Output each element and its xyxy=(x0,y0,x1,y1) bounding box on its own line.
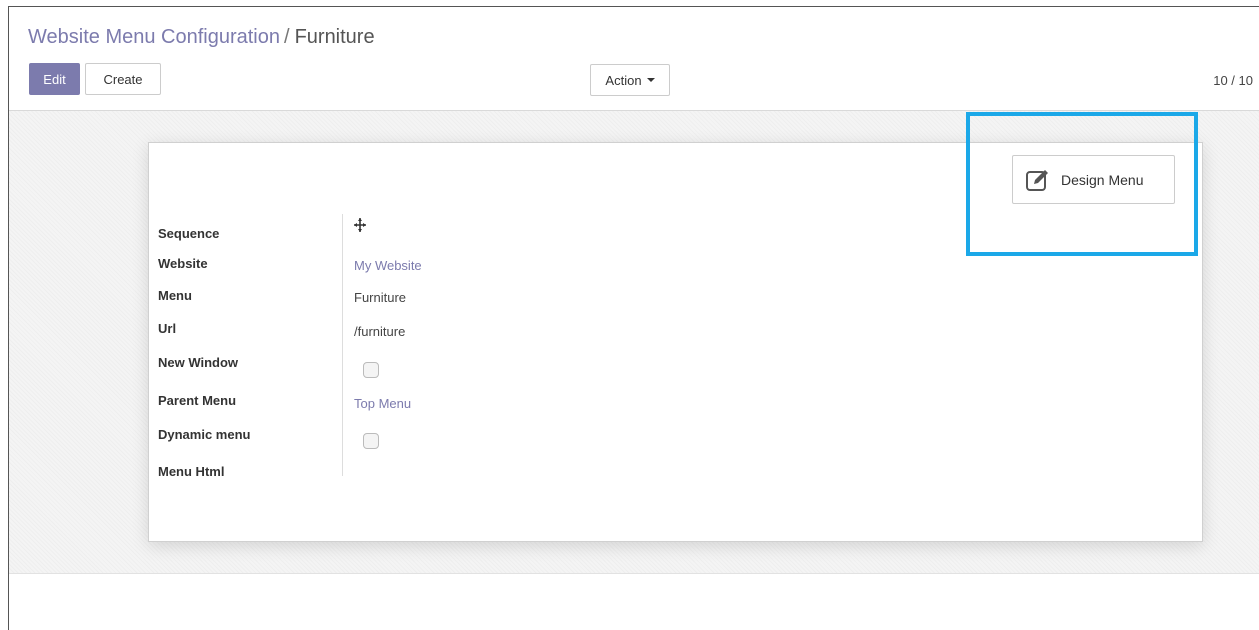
control-panel: Website Menu Configuration / Furniture Edi… xyxy=(9,7,1259,111)
new-window-checkbox[interactable] xyxy=(363,362,379,378)
label-menu-html: Menu Html xyxy=(158,464,225,479)
url-value: /furniture xyxy=(354,324,406,339)
drag-handle-icon[interactable] xyxy=(353,217,367,233)
edit-button[interactable]: Edit xyxy=(29,63,80,95)
menu-value: Furniture xyxy=(354,290,407,305)
action-dropdown-button[interactable]: Action xyxy=(590,64,670,96)
action-label: Action xyxy=(605,72,642,88)
pager-value: 10 / 10 xyxy=(1213,73,1253,88)
label-url: Url xyxy=(158,321,177,336)
design-menu-label: Design Menu xyxy=(1061,171,1144,188)
edit-icon xyxy=(1026,169,1048,191)
field-divider xyxy=(342,214,343,476)
label-menu: Menu xyxy=(158,288,192,303)
label-new-window: New Window xyxy=(158,355,239,370)
breadcrumb-separator: / xyxy=(284,26,290,48)
breadcrumb-parent-link[interactable]: Website Menu Configuration xyxy=(28,26,280,48)
caret-down-icon xyxy=(646,78,655,82)
parent-menu-link[interactable]: Top Menu xyxy=(354,396,411,411)
dynamic-menu-checkbox[interactable] xyxy=(363,433,379,449)
app-frame: Website Menu Configuration / Furniture Edi… xyxy=(8,6,1259,630)
label-parent-menu: Parent Menu xyxy=(158,393,237,408)
label-dynamic-menu: Dynamic menu xyxy=(158,427,251,442)
breadcrumb-current: Furniture xyxy=(294,26,375,48)
create-button[interactable]: Create xyxy=(85,63,161,95)
label-sequence: Sequence xyxy=(158,226,220,241)
website-link[interactable]: My Website xyxy=(354,258,422,273)
design-menu-button[interactable]: Design Menu xyxy=(1012,155,1175,204)
label-website: Website xyxy=(158,256,208,271)
breadcrumb: Website Menu Configuration / Furniture xyxy=(28,26,375,49)
